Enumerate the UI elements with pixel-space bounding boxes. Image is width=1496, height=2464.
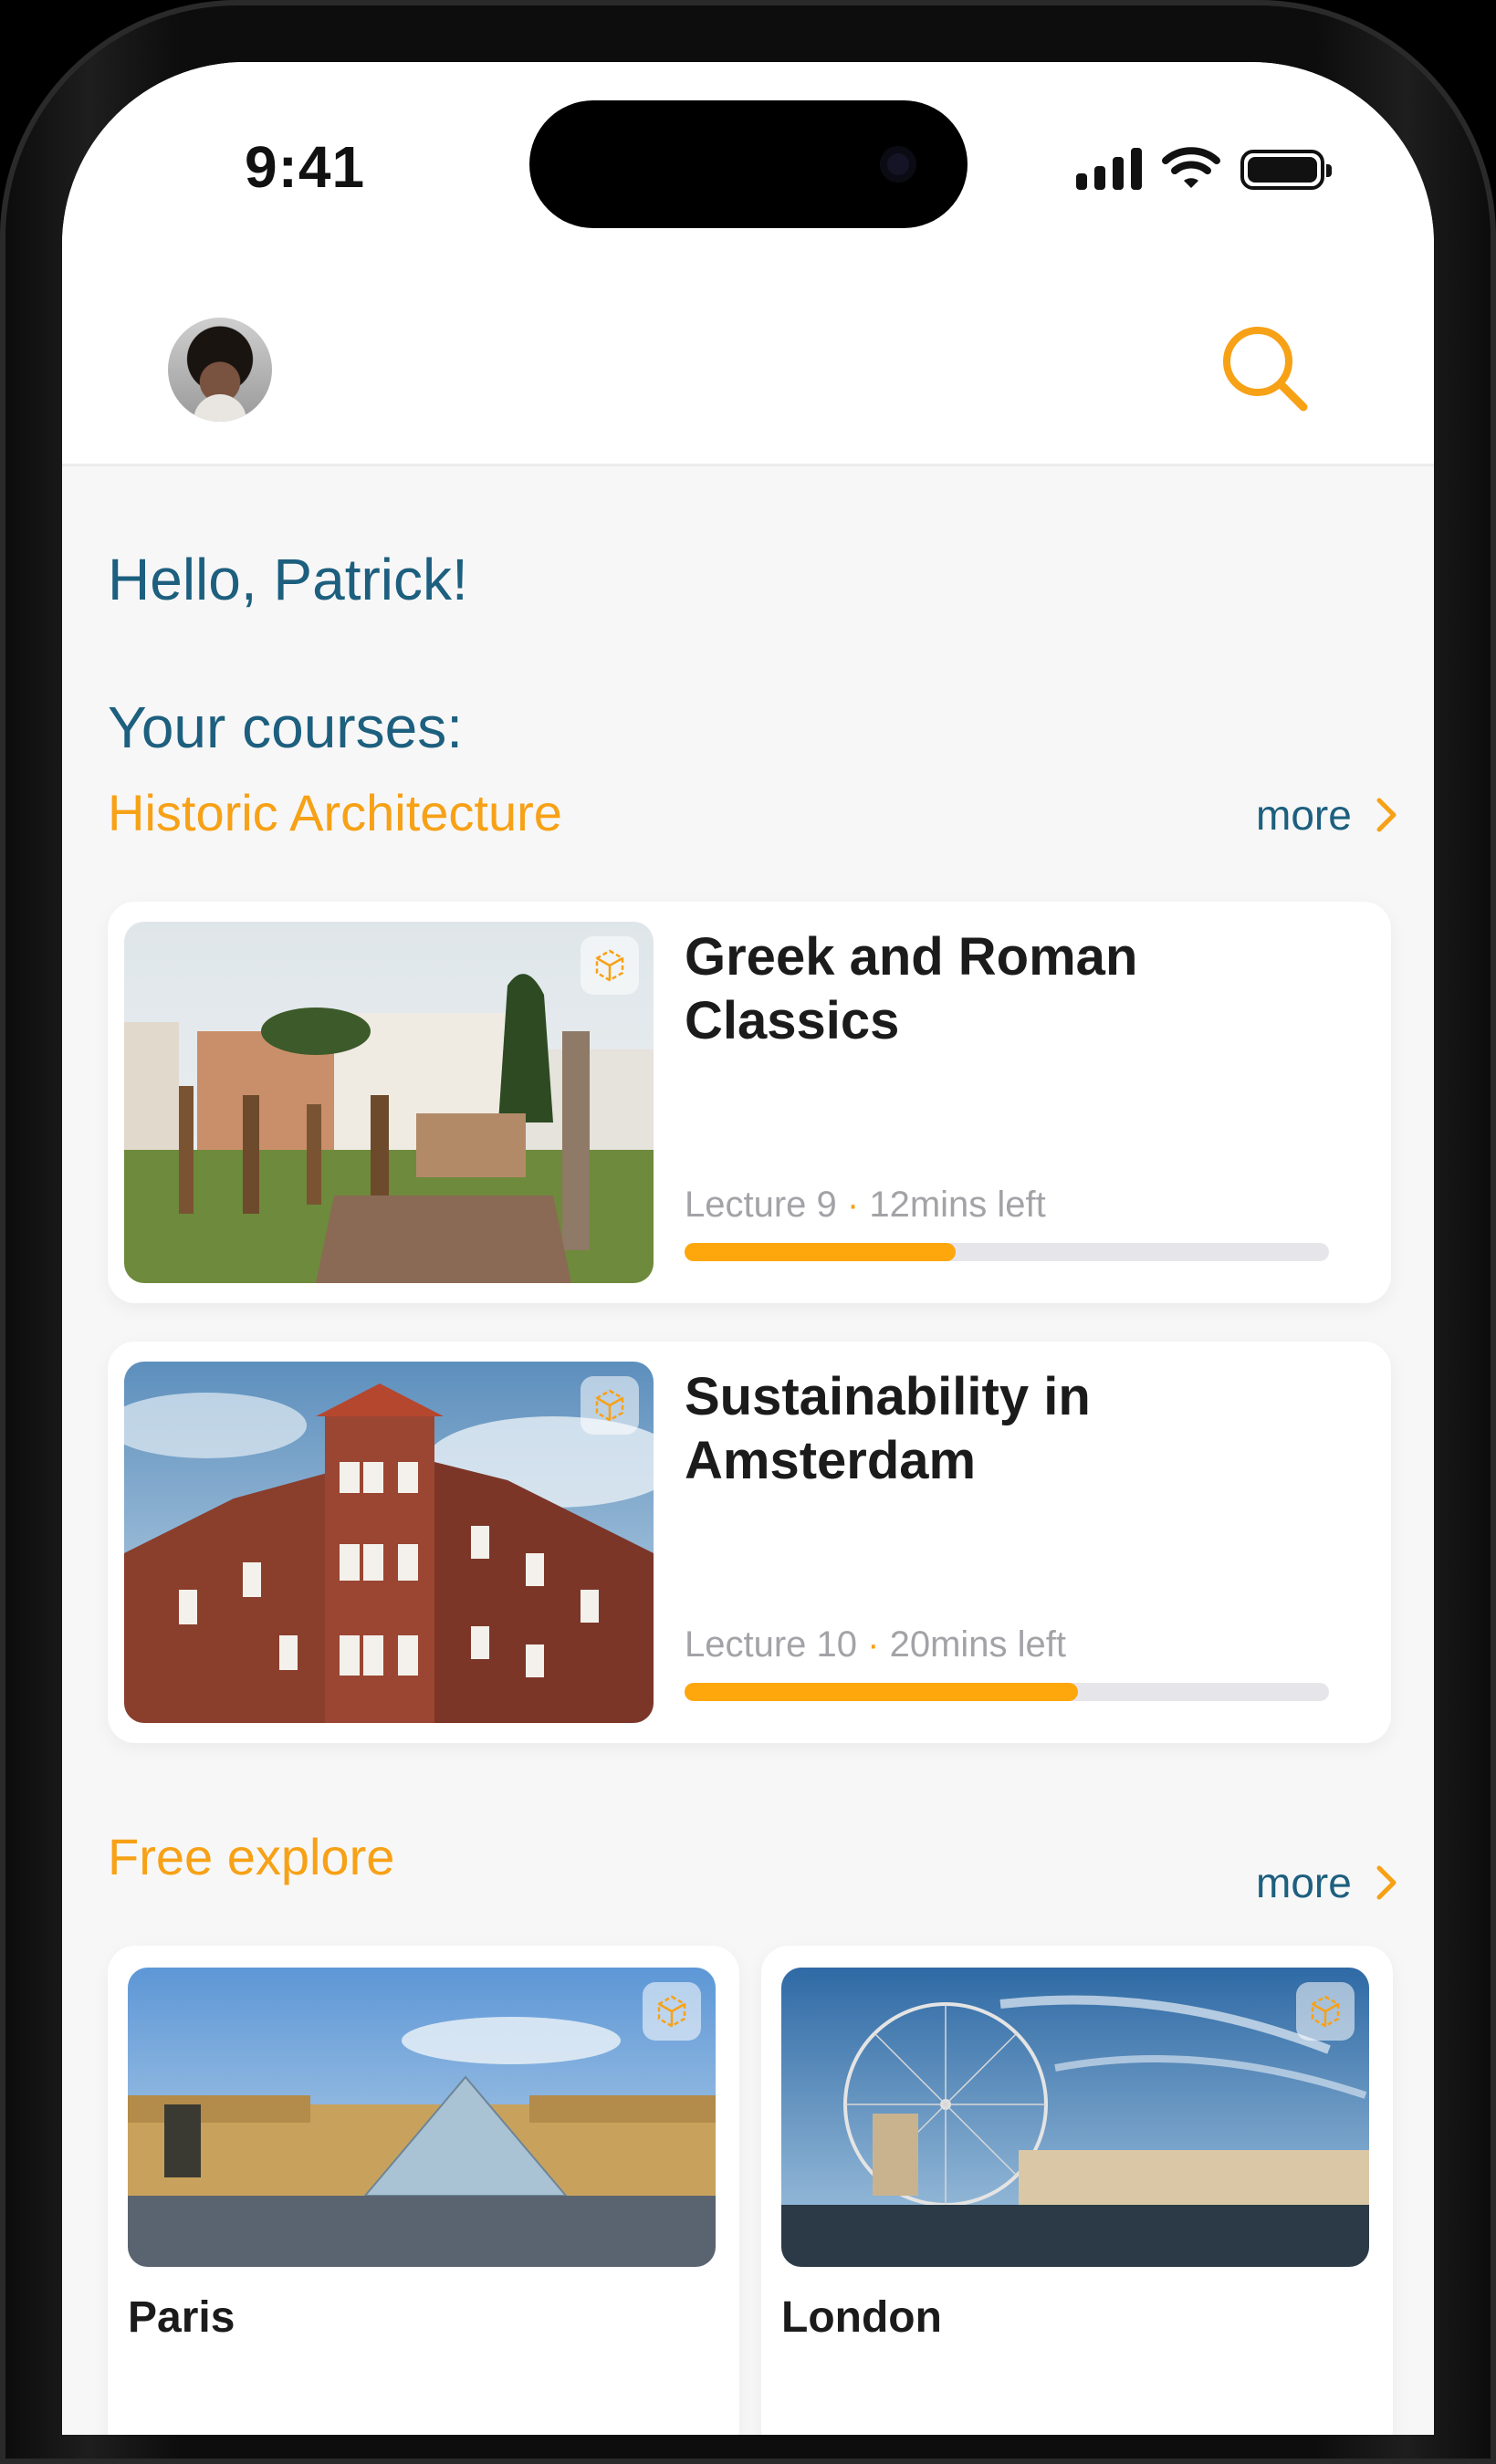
courses-more-link[interactable]: more	[1256, 790, 1399, 840]
battery-icon	[1240, 150, 1332, 190]
more-label: more	[1256, 791, 1352, 839]
course-meta: Lecture 10 · 20mins left	[685, 1624, 1067, 1665]
more-label: more	[1256, 1859, 1352, 1906]
section-title-free-explore: Free explore	[108, 1828, 395, 1885]
time-left: 12mins left	[869, 1185, 1046, 1225]
explore-image-london-eye	[781, 1968, 1369, 2267]
course-image-amsterdam-building	[124, 1362, 654, 1723]
camera-icon	[880, 146, 916, 183]
progress-fill	[685, 1683, 1078, 1701]
explore-card-paris[interactable]: Paris	[108, 1946, 739, 2435]
ar-cube-icon[interactable]	[581, 936, 639, 995]
app-screen: 9:41 Hello, Patrick! Your courses: Histo…	[62, 62, 1434, 2435]
course-image-roman-ruins	[124, 922, 654, 1283]
greeting: Hello, Patrick!	[108, 547, 468, 612]
course-progress-bar	[685, 1243, 1329, 1261]
explore-more-link[interactable]: more	[1256, 1858, 1399, 1907]
chevron-right-icon	[1376, 798, 1397, 832]
course-card[interactable]: Greek and Roman Classics Lecture 9 · 12m…	[108, 902, 1391, 1303]
course-meta: Lecture 9 · 12mins left	[685, 1185, 1046, 1225]
course-card[interactable]: Sustainability in Amsterdam Lecture 10 ·…	[108, 1342, 1391, 1743]
status-icons	[1076, 146, 1332, 190]
explore-label: London	[781, 2293, 942, 2342]
explore-image-louvre	[128, 1968, 716, 2267]
app-header: 9:41	[62, 62, 1434, 466]
time-left: 20mins left	[889, 1624, 1067, 1665]
avatar[interactable]	[168, 318, 272, 422]
course-progress-bar	[685, 1683, 1329, 1701]
search-icon[interactable]	[1216, 319, 1316, 420]
chevron-right-icon	[1376, 1865, 1397, 1900]
course-title: Greek and Roman Classics	[685, 927, 1138, 1050]
progress-fill	[685, 1243, 956, 1261]
wifi-icon	[1162, 147, 1220, 188]
dynamic-island	[529, 100, 968, 228]
course-title: Sustainability in Amsterdam	[685, 1367, 1091, 1490]
explore-label: Paris	[128, 2293, 235, 2342]
lecture-number: Lecture 10	[685, 1624, 858, 1665]
lecture-number: Lecture 9	[685, 1185, 837, 1225]
ar-cube-icon[interactable]	[581, 1376, 639, 1435]
explore-card-london[interactable]: London	[761, 1946, 1393, 2435]
cellular-signal-icon	[1076, 146, 1142, 190]
ar-cube-icon[interactable]	[1296, 1982, 1355, 2041]
courses-heading: Your courses:	[108, 694, 463, 760]
status-time: 9:41	[245, 134, 366, 200]
section-title-historic-architecture: Historic Architecture	[108, 784, 562, 841]
ar-cube-icon[interactable]	[643, 1982, 701, 2041]
